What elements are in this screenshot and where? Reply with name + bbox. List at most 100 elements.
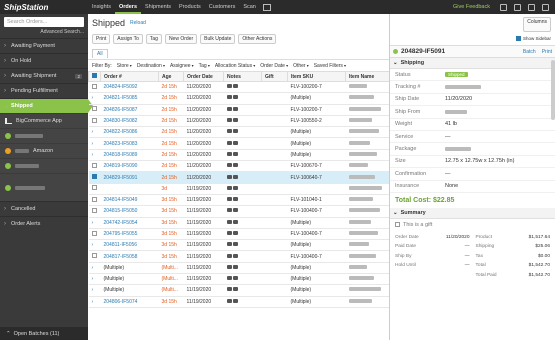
col-gift[interactable]: Gift xyxy=(261,71,288,82)
notes-icons[interactable] xyxy=(223,250,262,263)
filter-saved-filters[interactable]: Saved Filters xyxy=(314,63,346,69)
col-age[interactable]: Age xyxy=(158,71,184,82)
order-number[interactable]: 204826-IF5087 xyxy=(100,104,159,116)
note-icon[interactable] xyxy=(226,118,232,123)
print-dropdown[interactable]: Print xyxy=(542,49,552,55)
order-number[interactable]: 204795-IF5055 xyxy=(100,228,159,241)
order-number[interactable]: 204824-IF5092 xyxy=(100,81,159,94)
order-number[interactable]: 204822-IF5086 xyxy=(100,126,159,139)
note-icon[interactable] xyxy=(226,140,232,145)
row-select[interactable]: › xyxy=(88,262,101,275)
row-select[interactable] xyxy=(88,183,101,195)
note-icon[interactable] xyxy=(226,106,232,111)
calculator-icon[interactable] xyxy=(262,3,271,11)
settings-icon[interactable] xyxy=(514,3,521,11)
summary-section-header[interactable]: ⌄ Summary xyxy=(390,207,555,219)
chevron-right-icon[interactable]: › xyxy=(92,129,94,135)
table-row[interactable]: 204817-IF5058 3d 15h 11/19/2020 FLV-100400-… xyxy=(88,250,390,263)
message-icon[interactable] xyxy=(232,242,238,247)
message-icon[interactable] xyxy=(232,208,238,213)
note-icon[interactable] xyxy=(226,242,232,247)
note-icon[interactable] xyxy=(226,208,232,213)
order-number[interactable]: 204817-IF5058 xyxy=(100,250,159,263)
message-icon[interactable] xyxy=(232,163,238,168)
filter-assignee[interactable]: Assignee xyxy=(170,63,194,69)
store-item[interactable] xyxy=(0,128,88,143)
col-order-number[interactable]: Order # xyxy=(100,71,159,82)
sidebar-item-pending-fulfillment[interactable]: › Pending Fulfillment xyxy=(0,83,88,98)
tab-all[interactable]: All xyxy=(92,49,108,58)
message-icon[interactable] xyxy=(232,129,238,134)
message-icon[interactable] xyxy=(232,95,238,100)
row-select[interactable]: › xyxy=(88,137,101,150)
table-row[interactable]: › (Multiple) (Multi... 11/19/2020 (Multiple) xyxy=(88,273,390,286)
chevron-right-icon[interactable]: › xyxy=(92,265,94,271)
order-number[interactable]: 204818-IF5089 xyxy=(100,149,159,162)
col-item-sku[interactable]: Item SKU xyxy=(287,71,346,82)
row-select[interactable]: › xyxy=(88,284,101,297)
filter-order-date[interactable]: Order Date xyxy=(260,63,288,69)
notes-icons[interactable] xyxy=(223,296,262,308)
order-number[interactable]: 204821-IF5085 xyxy=(100,92,159,105)
account-icon[interactable] xyxy=(542,3,549,11)
tag-button[interactable]: Tag xyxy=(145,33,162,44)
note-icon[interactable] xyxy=(226,95,232,100)
row-checkbox[interactable] xyxy=(91,162,97,168)
row-checkbox[interactable] xyxy=(91,117,97,123)
notes-icons[interactable] xyxy=(223,262,262,275)
advanced-search-link[interactable]: Advanced Search... xyxy=(0,27,88,38)
notes-icons[interactable] xyxy=(223,183,262,195)
table-row[interactable]: › 204822-IF5086 2d 15h 11/20/2020 (Multiple) xyxy=(88,126,390,139)
filter-store[interactable]: Store xyxy=(117,63,132,69)
chevron-right-icon[interactable]: › xyxy=(92,141,94,147)
table-row[interactable]: 204815-IF5050 3d 15h 11/19/2020 FLV-100400-… xyxy=(88,205,390,218)
row-select[interactable] xyxy=(88,228,101,241)
row-checkbox[interactable] xyxy=(91,230,97,236)
order-number[interactable]: 204815-IF5050 xyxy=(100,205,159,218)
note-icon[interactable] xyxy=(226,163,232,168)
message-icon[interactable] xyxy=(232,231,238,235)
row-select[interactable]: › xyxy=(88,296,101,308)
detail-scrollbar[interactable] xyxy=(551,60,555,120)
table-row[interactable]: 204829-IF5091 2d 15h 11/20/2020 FLV-100640-… xyxy=(88,171,390,184)
store-item[interactable] xyxy=(0,173,88,201)
sidebar-item-awaiting-payment[interactable]: › Awaiting Payment xyxy=(0,38,88,53)
message-icon[interactable] xyxy=(232,118,238,123)
nav-scan[interactable]: Scan xyxy=(239,0,260,14)
message-icon[interactable] xyxy=(232,151,238,156)
notes-icons[interactable] xyxy=(223,160,262,173)
notes-icons[interactable] xyxy=(223,273,262,286)
table-row[interactable]: › 204811-IF5056 3d 15h 11/19/2020 (Multiple) xyxy=(88,239,390,252)
sidebar-item-shipped[interactable]: ⌄ Shipped xyxy=(0,98,93,113)
print-button[interactable]: Print xyxy=(92,33,111,44)
message-icon[interactable] xyxy=(232,298,238,303)
message-icon[interactable] xyxy=(232,287,238,292)
show-sidebar-checkbox[interactable] xyxy=(515,36,521,41)
row-checkbox[interactable] xyxy=(91,196,97,202)
row-checkbox[interactable] xyxy=(91,185,97,191)
note-icon[interactable] xyxy=(226,185,232,190)
filter-other[interactable]: Other xyxy=(293,63,309,69)
notes-icons[interactable] xyxy=(223,228,262,241)
search-orders-input[interactable]: Search Orders... xyxy=(4,17,84,27)
row-select[interactable] xyxy=(88,250,101,263)
sidebar-toggle[interactable]: Show Sidebar xyxy=(390,32,555,45)
message-icon[interactable] xyxy=(232,219,238,224)
chevron-right-icon[interactable]: › xyxy=(92,220,94,226)
new-order-button[interactable]: New Order xyxy=(164,33,198,44)
give-feedback-link[interactable]: Give Feedback xyxy=(453,4,500,10)
note-icon[interactable] xyxy=(226,287,232,292)
table-row[interactable]: › 204742-IF5054 3d 15h 11/19/2020 (Multiple) xyxy=(88,217,390,229)
row-select[interactable] xyxy=(88,205,101,218)
notes-icons[interactable] xyxy=(223,126,262,139)
chevron-right-icon[interactable]: › xyxy=(92,299,94,305)
row-checkbox[interactable] xyxy=(91,106,97,112)
notes-icons[interactable] xyxy=(223,171,262,184)
table-row[interactable]: › 204821-IF5085 2d 15h 11/20/2020 (Multiple) xyxy=(88,92,390,105)
order-number[interactable]: 204806-IF5074 xyxy=(100,296,159,308)
table-row[interactable]: 204795-IF5055 3d 15h 11/19/2020 FLV-100400-… xyxy=(88,228,390,241)
message-icon[interactable] xyxy=(232,264,238,269)
notes-icons[interactable] xyxy=(223,115,262,128)
table-row[interactable]: › 204823-IF5083 2d 15h 11/20/2020 (Multiple) xyxy=(88,137,390,150)
chevron-right-icon[interactable]: › xyxy=(92,276,94,282)
